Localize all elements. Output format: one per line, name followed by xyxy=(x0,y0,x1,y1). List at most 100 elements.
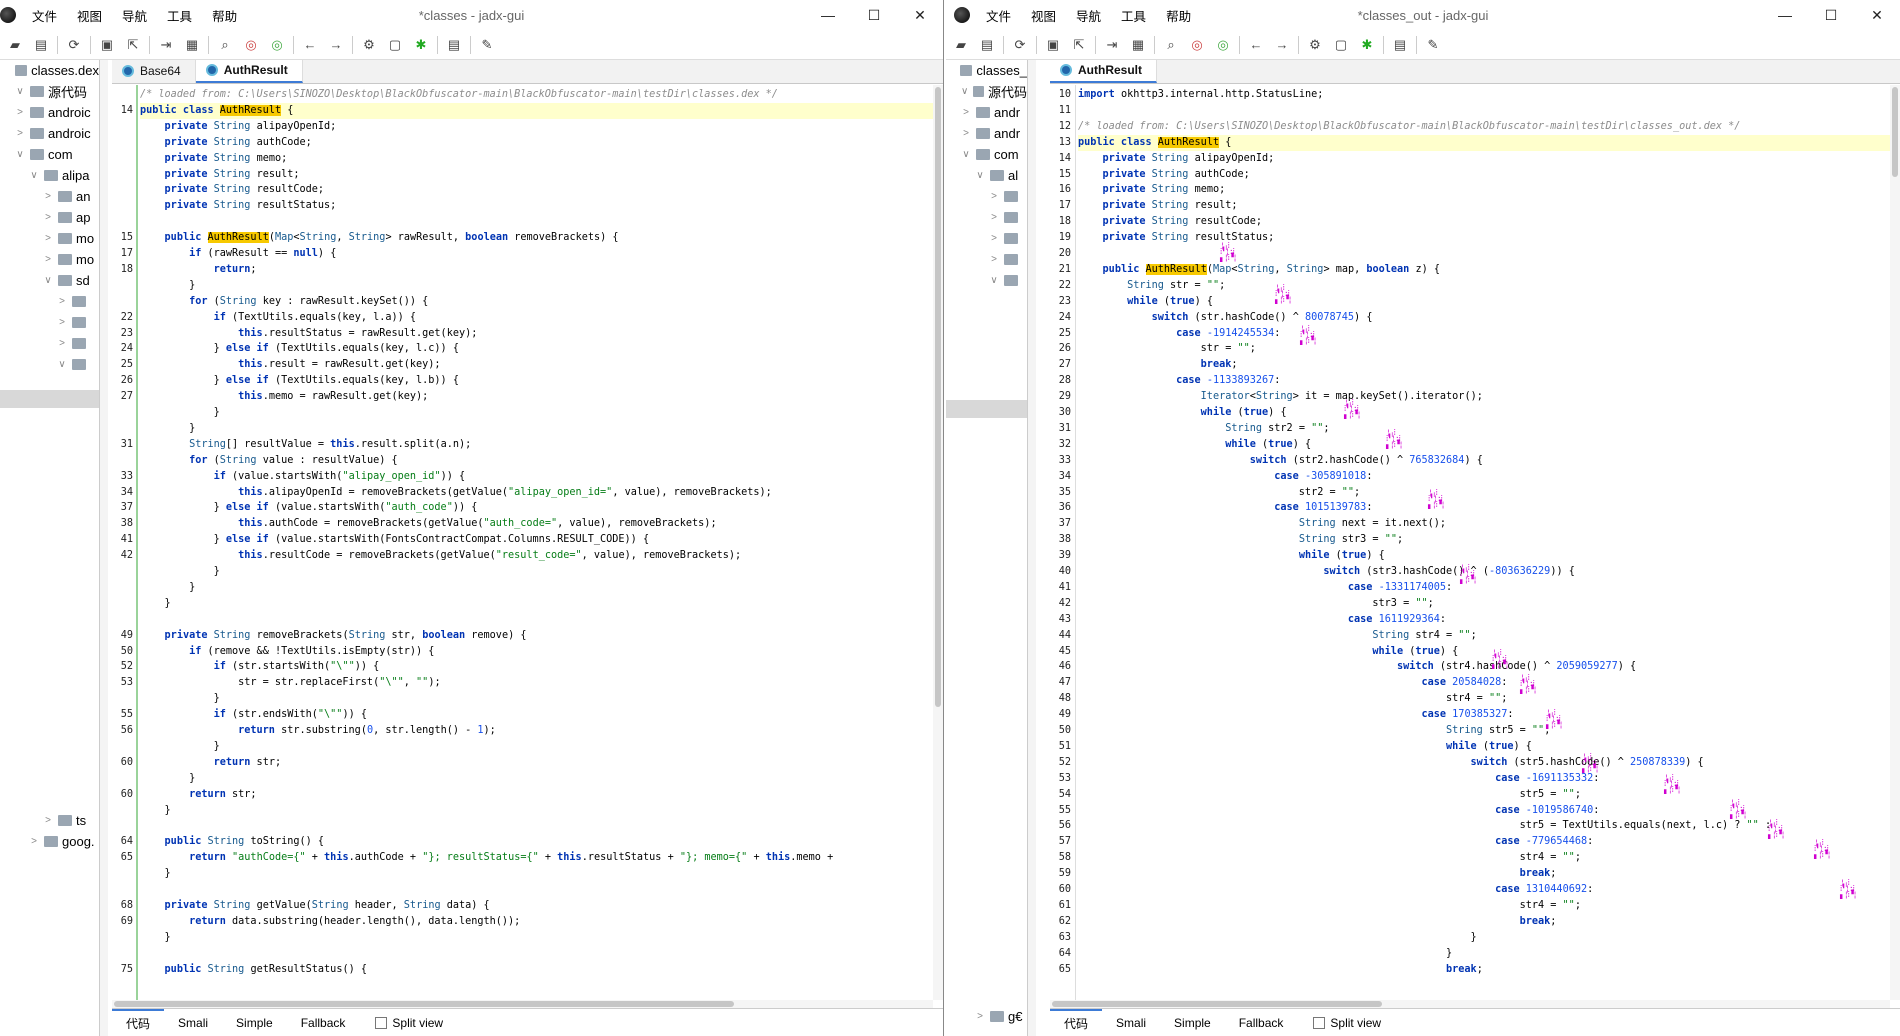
code-line[interactable]: } xyxy=(140,596,933,612)
sync-tree-icon[interactable]: ⇥ xyxy=(156,35,176,55)
code-line[interactable]: for (String value : resultValue) { xyxy=(140,453,933,469)
find-usage-icon[interactable]: ◎ xyxy=(1213,35,1233,55)
tree-node[interactable]: > goog. xyxy=(0,831,99,852)
code-line[interactable]: } xyxy=(140,739,933,755)
code-line[interactable]: private String removeBrackets(String str… xyxy=(140,628,933,644)
chevron-right-icon[interactable]: > xyxy=(974,1011,986,1022)
tree-node[interactable]: > an xyxy=(0,186,99,207)
tree-node[interactable]: > mo xyxy=(0,228,99,249)
code-line[interactable]: switch (str2.hashCode() ^ 765832684) { xyxy=(1078,453,1890,469)
code-line[interactable]: while (true) { xyxy=(1078,548,1890,564)
code-line[interactable]: } xyxy=(140,771,933,787)
code-line[interactable]: String str2 = ""; xyxy=(1078,421,1890,437)
chevron-down-icon[interactable]: ∨ xyxy=(974,170,986,181)
add-files-icon[interactable]: ▤ xyxy=(977,35,997,55)
flatten-packages-icon[interactable]: ▦ xyxy=(182,35,202,55)
code-line[interactable] xyxy=(1078,246,1890,262)
code-line[interactable]: private String memo; xyxy=(1078,182,1890,198)
debug-icon[interactable]: ✱ xyxy=(411,35,431,55)
code-line[interactable]: this.resultCode = removeBrackets(getValu… xyxy=(140,548,933,564)
code-line[interactable]: switch (str.hashCode() ^ 80078745) { xyxy=(1078,310,1890,326)
code-line[interactable]: while (true) { xyxy=(1078,437,1890,453)
tree-node[interactable]: > xyxy=(0,333,99,354)
back-icon[interactable]: ← xyxy=(300,35,320,55)
find-class-icon[interactable]: ◎ xyxy=(241,35,261,55)
code-line[interactable]: while (true) { xyxy=(1078,405,1890,421)
code-line[interactable]: String str4 = ""; xyxy=(1078,628,1890,644)
code-line[interactable]: str = ""; xyxy=(1078,341,1890,357)
code-line[interactable]: private String result; xyxy=(1078,198,1890,214)
tree-node[interactable]: ∨ 源代码 xyxy=(946,81,1027,102)
chevron-down-icon[interactable]: ∨ xyxy=(42,275,54,286)
code-line[interactable]: case -1019586740: xyxy=(1078,803,1890,819)
vertical-scrollbar[interactable] xyxy=(1890,85,1900,1000)
add-files-icon[interactable]: ▤ xyxy=(31,35,51,55)
tree-node[interactable]: > ts xyxy=(0,810,99,831)
code-line[interactable]: str4 = ""; xyxy=(1078,898,1890,914)
chevron-right-icon[interactable]: > xyxy=(960,107,972,118)
tab-authresult[interactable]: AuthResult xyxy=(1050,60,1157,83)
code-line[interactable]: return str; xyxy=(140,755,933,771)
find-class-icon[interactable]: ◎ xyxy=(1187,35,1207,55)
code-line[interactable]: private String alipayOpenId; xyxy=(1078,151,1890,167)
code-line[interactable]: return "authCode={" + this.authCode + "}… xyxy=(140,850,933,866)
code-line[interactable]: private String resultCode; xyxy=(1078,214,1890,230)
tree-node[interactable]: ∨ al xyxy=(946,165,1027,186)
debug-icon[interactable]: ✱ xyxy=(1357,35,1377,55)
tree-node[interactable]: > xyxy=(946,207,1027,228)
open-file-icon[interactable]: ▰ xyxy=(951,35,971,55)
log-viewer-icon[interactable]: ▤ xyxy=(444,35,464,55)
code-line[interactable]: String next = it.next(); xyxy=(1078,516,1890,532)
tab-simple[interactable]: Simple xyxy=(1160,1009,1225,1036)
code-line[interactable]: public AuthResult(Map<String, String> ra… xyxy=(140,230,933,246)
code-line[interactable]: } xyxy=(140,866,933,882)
tree-node[interactable]: ∨ com xyxy=(0,144,99,165)
tree-node[interactable]: ∨ sd xyxy=(0,270,99,291)
code-line[interactable]: switch (str3.hashCode() ^ (-803636229)) … xyxy=(1078,564,1890,580)
menu-item[interactable]: 导航 xyxy=(122,10,147,24)
search-icon[interactable]: ⌕ xyxy=(215,35,235,55)
menu-item[interactable]: 文件 xyxy=(986,10,1011,24)
code-line[interactable]: str2 = ""; xyxy=(1078,485,1890,501)
chevron-right-icon[interactable]: > xyxy=(42,212,54,223)
code-line[interactable]: if (value.startsWith("alipay_open_id")) … xyxy=(140,469,933,485)
menu-item[interactable]: 文件 xyxy=(32,10,57,24)
code-line[interactable]: break; xyxy=(1078,866,1890,882)
code-line[interactable]: } xyxy=(1078,946,1890,962)
tab-smali[interactable]: Smali xyxy=(1102,1009,1160,1036)
reload-icon[interactable]: ⟳ xyxy=(1010,35,1030,55)
chevron-right-icon[interactable]: > xyxy=(42,233,54,244)
code-line[interactable]: case 1015139783: xyxy=(1078,500,1890,516)
save-icon[interactable]: ▣ xyxy=(97,35,117,55)
chevron-right-icon[interactable]: > xyxy=(988,212,1000,223)
tree-node[interactable]: > androic xyxy=(0,102,99,123)
code-line[interactable]: switch (str4.hashCode() ^ 2059059277) { xyxy=(1078,659,1890,675)
code-line[interactable]: str3 = ""; xyxy=(1078,596,1890,612)
tree-node[interactable]: ∨ com xyxy=(946,144,1027,165)
code-line[interactable]: return; xyxy=(140,262,933,278)
quark-icon[interactable]: ▢ xyxy=(1331,35,1351,55)
code-line[interactable]: str4 = ""; xyxy=(1078,691,1890,707)
chevron-right-icon[interactable]: > xyxy=(14,107,26,118)
tree-node[interactable]: ∨ alipa xyxy=(0,165,99,186)
code-line[interactable]: } xyxy=(140,803,933,819)
code-line[interactable]: case -1691135332: xyxy=(1078,771,1890,787)
code-line[interactable]: case 1310440692: xyxy=(1078,882,1890,898)
deobfuscation-icon[interactable]: ⚙ xyxy=(359,35,379,55)
code-line[interactable]: case 1611929364: xyxy=(1078,612,1890,628)
tab-authresult[interactable]: AuthResult xyxy=(195,60,303,83)
code-line[interactable]: /* loaded from: C:\Users\SINOZO\Desktop\… xyxy=(1078,119,1890,135)
tree-node[interactable]: > xyxy=(0,312,99,333)
code-line[interactable]: if (remove && !TextUtils.isEmpty(str)) { xyxy=(140,644,933,660)
chevron-right-icon[interactable]: > xyxy=(960,128,972,139)
forward-icon[interactable]: → xyxy=(1272,35,1292,55)
chevron-down-icon[interactable]: ∨ xyxy=(14,149,26,160)
code-line[interactable]: private String authCode; xyxy=(1078,167,1890,183)
code-line[interactable]: } xyxy=(140,564,933,580)
code-line[interactable]: this.result = rawResult.get(key); xyxy=(140,357,933,373)
code-line[interactable]: return str; xyxy=(140,787,933,803)
menu-item[interactable]: 工具 xyxy=(167,10,192,24)
split-view-checkbox[interactable] xyxy=(1313,1016,1326,1029)
reload-icon[interactable]: ⟳ xyxy=(64,35,84,55)
chevron-down-icon[interactable]: ∨ xyxy=(56,359,68,370)
